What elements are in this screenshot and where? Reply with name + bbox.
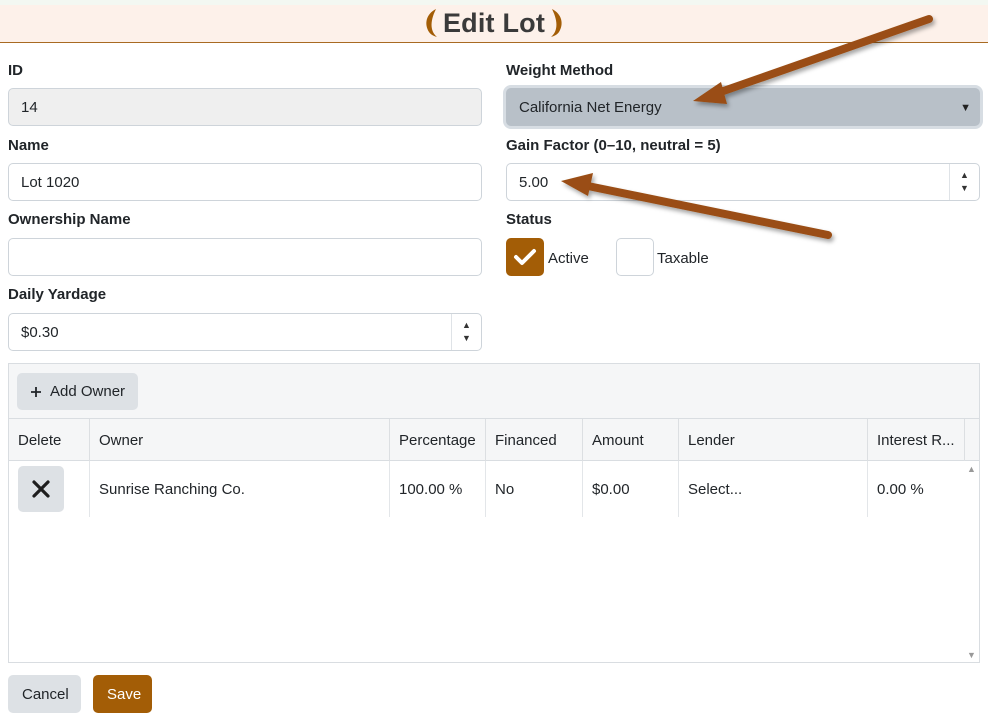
delete-cell [9, 461, 90, 517]
spin-down-icon[interactable]: ▼ [960, 182, 969, 195]
scroll-up-icon[interactable]: ▲ [967, 464, 976, 474]
active-checkbox[interactable] [506, 238, 544, 276]
grid-scrollbar[interactable]: ▲ ▼ [965, 461, 979, 662]
status-label: Status [506, 211, 552, 228]
title-wrap: Edit Lot [423, 8, 565, 39]
plus-icon [31, 386, 41, 397]
gain-factor-label: Gain Factor (0–10, neutral = 5) [506, 137, 721, 154]
checkmark-icon [514, 249, 536, 265]
column-header-financed[interactable]: Financed [486, 419, 583, 461]
gain-factor-input[interactable]: 5.00 ▲ ▼ [506, 163, 980, 201]
ownership-name-label: Ownership Name [8, 211, 131, 228]
save-button[interactable]: Save [93, 675, 152, 713]
owners-grid: Add Owner Delete Owner Percentage Financ… [8, 363, 980, 663]
add-owner-label: Add Owner [50, 383, 126, 400]
gain-factor-value: 5.00 [519, 173, 549, 191]
weight-method-label: Weight Method [506, 62, 614, 79]
interest-cell[interactable]: 0.00 % [868, 461, 965, 517]
lender-cell[interactable]: Select... [679, 461, 868, 517]
column-header-owner[interactable]: Owner [90, 419, 390, 461]
grid-toolbar: Add Owner [9, 364, 979, 419]
scroll-down-icon[interactable]: ▼ [967, 650, 976, 660]
name-input[interactable]: Lot 1020 [8, 163, 482, 201]
id-field: 14 [8, 88, 482, 126]
daily-yardage-spinner[interactable]: ▲ ▼ [451, 314, 481, 350]
active-label: Active [548, 250, 589, 267]
ownership-name-input[interactable] [8, 238, 482, 276]
column-header-lender[interactable]: Lender [679, 419, 868, 461]
daily-yardage-value: $0.30 [21, 323, 59, 341]
daily-yardage-input[interactable]: $0.30 ▲ ▼ [8, 313, 482, 351]
add-owner-button[interactable]: Add Owner [17, 373, 139, 410]
gain-factor-spinner[interactable]: ▲ ▼ [949, 164, 979, 200]
column-header-delete[interactable]: Delete [9, 419, 90, 461]
title-bar: Edit Lot [0, 0, 988, 43]
caret-down-icon: ▼ [960, 102, 971, 114]
taxable-label: Taxable [657, 250, 709, 267]
close-icon [32, 480, 50, 498]
page-title: Edit Lot [442, 7, 546, 38]
left-horn-icon [426, 9, 437, 37]
spin-down-icon[interactable]: ▼ [462, 332, 471, 345]
id-label: ID [8, 62, 23, 79]
table-row: Sunrise Ranching Co. 100.00 % No $0.00 S… [9, 461, 965, 517]
title-band [0, 0, 988, 5]
column-header-percentage[interactable]: Percentage [390, 419, 486, 461]
name-value: Lot 1020 [21, 173, 80, 191]
cancel-button[interactable]: Cancel [8, 675, 81, 713]
column-header-interest[interactable]: Interest R... [868, 419, 965, 461]
weight-method-select[interactable]: California Net Energy ▼ [506, 88, 980, 126]
column-header-amount[interactable]: Amount [583, 419, 679, 461]
id-value: 14 [21, 98, 38, 116]
amount-cell[interactable]: $0.00 [583, 461, 679, 517]
daily-yardage-label: Daily Yardage [8, 286, 107, 303]
grid-header: Delete Owner Percentage Financed Amount … [9, 419, 979, 461]
spin-up-icon[interactable]: ▲ [960, 169, 969, 182]
right-horn-icon [551, 9, 562, 37]
delete-row-button[interactable] [18, 466, 64, 512]
weight-method-value: California Net Energy [519, 98, 662, 116]
financed-cell[interactable]: No [486, 461, 583, 517]
name-label: Name [8, 137, 49, 154]
taxable-checkbox[interactable] [616, 238, 654, 276]
owner-cell[interactable]: Sunrise Ranching Co. [90, 461, 390, 517]
spin-up-icon[interactable]: ▲ [462, 319, 471, 332]
percentage-cell[interactable]: 100.00 % [390, 461, 486, 517]
